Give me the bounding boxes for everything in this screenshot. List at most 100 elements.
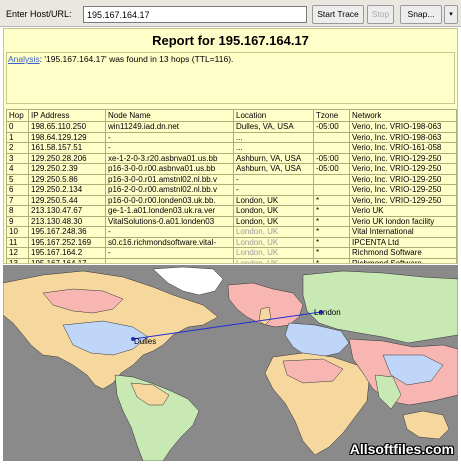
network-cell: Richmond Software <box>349 247 457 259</box>
end-location-label: London <box>314 308 341 317</box>
network-cell: Vital International <box>349 226 457 238</box>
network-cell: Richmond Software <box>349 257 457 263</box>
tzone-cell: -05:00 <box>313 121 350 133</box>
ip-cell: 195.167.164.17 <box>28 257 106 263</box>
table-row[interactable]: 3 129.250.28.206 xe-1-2-0-3.r20.asbnva01.u… <box>6 152 457 164</box>
tzone-cell: -05:00 <box>313 152 350 164</box>
node-name-cell: p16-3-0-0.r01.amstnl02.nl.bb.v <box>105 173 234 185</box>
node-name-cell: xe-1-2-0-3.r20.asbnva01.us.bb <box>105 152 234 164</box>
tzone-cell: * <box>313 257 350 263</box>
node-name-cell: - <box>105 257 234 263</box>
analysis-link[interactable]: Analysis <box>8 54 40 64</box>
report-title: Report for 195.167.164.17 <box>152 33 309 48</box>
table-row[interactable]: 6 129.250.2.134 p16-2-0-0.r00.amstnl02.nl.… <box>6 184 457 196</box>
table-row[interactable]: 10 195.167.248.36- London, UK * Vital Intern… <box>6 226 457 238</box>
network-cell: Verio, Inc. VRIO-198-063 <box>349 131 457 143</box>
snap-button[interactable]: Snap... <box>400 5 442 24</box>
hop-cell: 8 <box>6 205 29 217</box>
stop-button[interactable]: Stop <box>367 5 394 24</box>
node-name-cell: s0.c16.richmondsoftware.vital- <box>105 236 234 248</box>
tzone-cell: * <box>313 226 350 238</box>
ip-cell: 213.130.47.67 <box>28 205 106 217</box>
table-row[interactable]: 0 198.65.110.250 win11249.iad.dn.net Dulles… <box>6 121 457 133</box>
node-name-cell: - <box>105 131 234 143</box>
host-url-input[interactable] <box>83 6 307 23</box>
node-name-cell: - <box>105 247 234 259</box>
column-header[interactable]: Location <box>233 109 314 122</box>
network-cell: Verio, Inc. VRIO-198-063 <box>349 121 457 133</box>
start-location-label: Dulles <box>134 337 156 346</box>
ip-cell: 129.250.5.44 <box>28 194 106 206</box>
ip-cell: 129.250.2.39 <box>28 163 106 175</box>
tzone-cell: -05:00 <box>313 163 350 175</box>
column-header[interactable]: IP Address <box>28 109 106 122</box>
tzone-cell <box>313 142 350 154</box>
tzone-cell: * <box>313 194 350 206</box>
toolbar: Enter Host/URL: Start Trace Stop Snap...… <box>0 0 461 27</box>
location-cell: ... <box>233 131 314 143</box>
ip-cell: 129.250.28.206 <box>28 152 106 164</box>
network-cell: Verio, Inc. VRIO-161-058 <box>349 142 457 154</box>
hop-cell: 0 <box>6 121 29 133</box>
tzone-cell: * <box>313 215 350 227</box>
ip-cell: 198.64.129.129 <box>28 131 106 143</box>
world-map[interactable]: Dulles London Allsoftfiles.com <box>3 265 458 461</box>
hop-cell: 1 <box>6 131 29 143</box>
tzone-cell: * <box>313 236 350 248</box>
network-cell: Verio UK <box>349 205 457 217</box>
table-row[interactable]: 11 195.167.252.169 s0.c16.richmondsoftware… <box>6 236 457 248</box>
table-row[interactable]: 2 161.58.157.51-... Verio, Inc. VRIO-161-0… <box>6 142 457 154</box>
table-row[interactable]: 7 129.250.5.44 p16-0-0-0.r00.londen03.uk.b… <box>6 194 457 206</box>
hop-cell: 12 <box>6 247 29 259</box>
hop-cell: 3 <box>6 152 29 164</box>
table-row[interactable]: 5 129.250.5.86 p16-3-0-0.r01.amstnl02.nl.b… <box>6 173 457 185</box>
table-row[interactable]: 8 213.130.47.67 ge-1-1.a01.londen03.uk.ra.… <box>6 205 457 217</box>
column-header[interactable]: Hop <box>6 109 29 122</box>
node-name-cell: p16-0-0-0.r00.londen03.uk.bb. <box>105 194 234 206</box>
location-cell: Ashburn, VA, USA <box>233 163 314 175</box>
table-row[interactable]: 12 195.167.164.2- London, UK * Richmond Soft… <box>6 247 457 259</box>
snap-dropdown-arrow-icon[interactable]: ▾ <box>444 5 458 24</box>
hop-cell: 4 <box>6 163 29 175</box>
node-name-cell: win11249.iad.dn.net <box>105 121 234 133</box>
network-cell: Verio, Inc. VRIO-129-250 <box>349 163 457 175</box>
location-cell: London, UK <box>233 205 314 217</box>
location-cell: London, UK <box>233 194 314 206</box>
hops-table: Hop IP Address Node Name Location Tzone Netwo… <box>6 109 457 263</box>
node-name-cell: - <box>105 226 234 238</box>
table-row[interactable]: 4 129.250.2.39 p16-3-0-0.r00.asbnva01.us.b… <box>6 163 457 175</box>
ip-cell: 195.167.248.36 <box>28 226 106 238</box>
column-header[interactable]: Tzone <box>313 109 350 122</box>
network-cell: Verio, Inc. VRIO-129-250 <box>349 184 457 196</box>
table-row[interactable]: 1 198.64.129.129-... Verio, Inc. VRIO-198-… <box>6 131 457 143</box>
location-cell: London, UK <box>233 257 314 263</box>
hop-cell: 13 <box>6 257 29 263</box>
tzone-cell <box>313 173 350 185</box>
start-trace-button[interactable]: Start Trace <box>312 5 364 24</box>
location-cell: - <box>233 184 314 196</box>
ip-cell: 161.58.157.51 <box>28 142 106 154</box>
node-name-cell: p16-3-0-0.r00.asbnva01.us.bb <box>105 163 234 175</box>
ip-cell: 195.167.164.2 <box>28 247 106 259</box>
hops-header-row: Hop IP Address Node Name Location Tzone Netwo… <box>6 109 457 122</box>
node-name-cell: VitalSolutions-0.a01.londen03 <box>105 215 234 227</box>
hop-cell: 2 <box>6 142 29 154</box>
location-cell: Ashburn, VA, USA <box>233 152 314 164</box>
network-cell: IPCENTA Ltd <box>349 236 457 248</box>
node-name-cell: ge-1-1.a01.londen03.uk.ra.ver <box>105 205 234 217</box>
tzone-cell <box>313 131 350 143</box>
hop-cell: 11 <box>6 236 29 248</box>
hop-cell: 6 <box>6 184 29 196</box>
column-header[interactable]: Network <box>349 109 457 122</box>
table-row[interactable]: 13 195.167.164.17- London, UK * Richmond Sof… <box>6 257 457 263</box>
node-name-cell: p16-2-0-0.r00.amstnl02.nl.bb.v <box>105 184 234 196</box>
host-label: Enter Host/URL: <box>6 9 72 19</box>
tzone-cell: * <box>313 205 350 217</box>
column-header[interactable]: Node Name <box>105 109 234 122</box>
ip-cell: 195.167.252.169 <box>28 236 106 248</box>
table-row[interactable]: 9 213.130.48.30 VitalSolutions-0.a01.londe… <box>6 215 457 227</box>
watermark-text: Allsoftfiles.com <box>349 441 454 457</box>
hops-table-body: 0 198.65.110.250 win11249.iad.dn.net Dulles… <box>6 121 457 263</box>
tzone-cell <box>313 184 350 196</box>
hop-cell: 7 <box>6 194 29 206</box>
